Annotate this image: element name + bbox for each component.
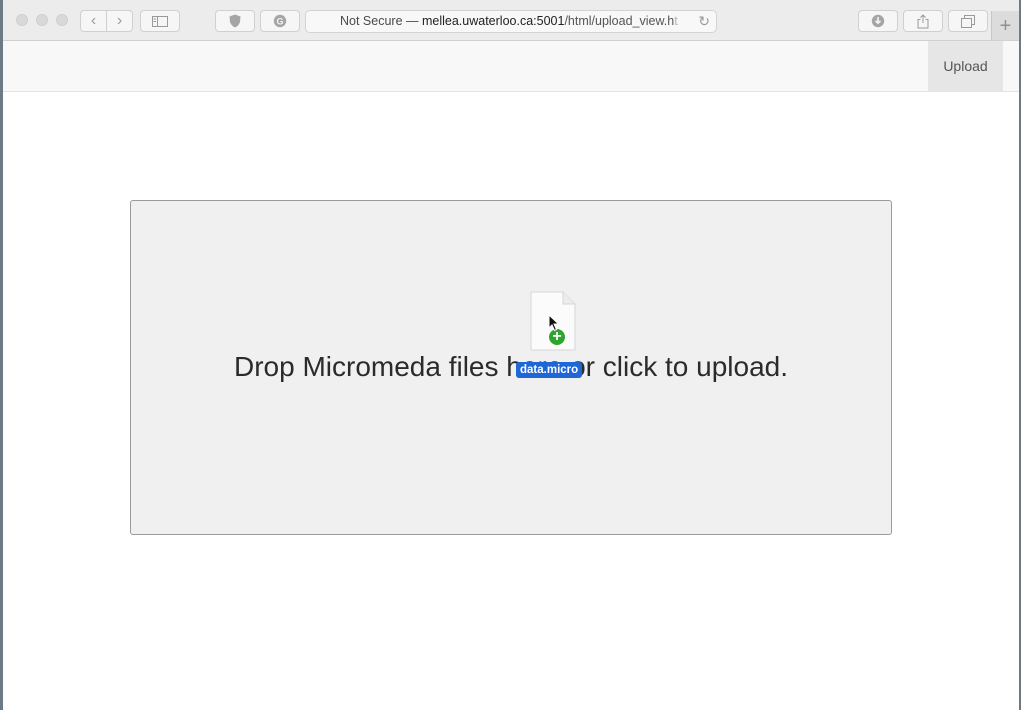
close-window-icon[interactable] — [16, 14, 28, 26]
address-bar[interactable]: Not Secure — mellea.uwaterloo.ca:5001/ht… — [305, 10, 717, 33]
sidebar-icon — [152, 15, 168, 27]
security-warning: Not Secure — — [340, 14, 422, 28]
share-button[interactable] — [903, 10, 943, 32]
reload-icon[interactable]: ↻ — [698, 11, 710, 32]
tabs-overview-button[interactable] — [948, 10, 988, 32]
sidebar-toggle-button[interactable] — [140, 10, 180, 32]
browser-toolbar: ‹ › G Not Secure — mellea.uwaterloo.ca:5… — [3, 0, 1019, 41]
url-path: /html/upload_view.h — [564, 14, 675, 28]
share-icon — [917, 13, 929, 28]
download-icon — [871, 14, 885, 28]
browser-window: ‹ › G Not Secure — mellea.uwaterloo.ca:5… — [3, 0, 1019, 710]
grammarly-icon: G — [273, 14, 287, 28]
extension-button[interactable] — [215, 10, 255, 32]
grammarly-button[interactable]: G — [260, 10, 300, 32]
url-overflow: t — [674, 14, 678, 28]
forward-button[interactable]: › — [107, 11, 132, 31]
minimize-window-icon[interactable] — [36, 14, 48, 26]
file-dropzone[interactable]: Drop Micromeda files here or click to up… — [130, 200, 892, 535]
tabs-icon — [961, 14, 975, 28]
back-button[interactable]: ‹ — [81, 11, 107, 31]
dragged-file-name: data.micro — [516, 362, 583, 378]
mouse-pointer-icon — [548, 314, 560, 332]
dropzone-message: Drop Micromeda files here or click to up… — [233, 351, 788, 382]
url-domain: mellea.uwaterloo.ca:5001 — [421, 14, 565, 28]
shield-icon — [229, 14, 241, 28]
new-tab-button[interactable]: + — [991, 11, 1019, 40]
page-navbar: Upload — [3, 41, 1019, 92]
zoom-window-icon[interactable] — [56, 14, 68, 26]
navigation-buttons: ‹ › — [80, 10, 133, 32]
svg-text:G: G — [276, 16, 283, 26]
upload-nav-link[interactable]: Upload — [928, 41, 1003, 91]
downloads-button[interactable] — [858, 10, 898, 32]
